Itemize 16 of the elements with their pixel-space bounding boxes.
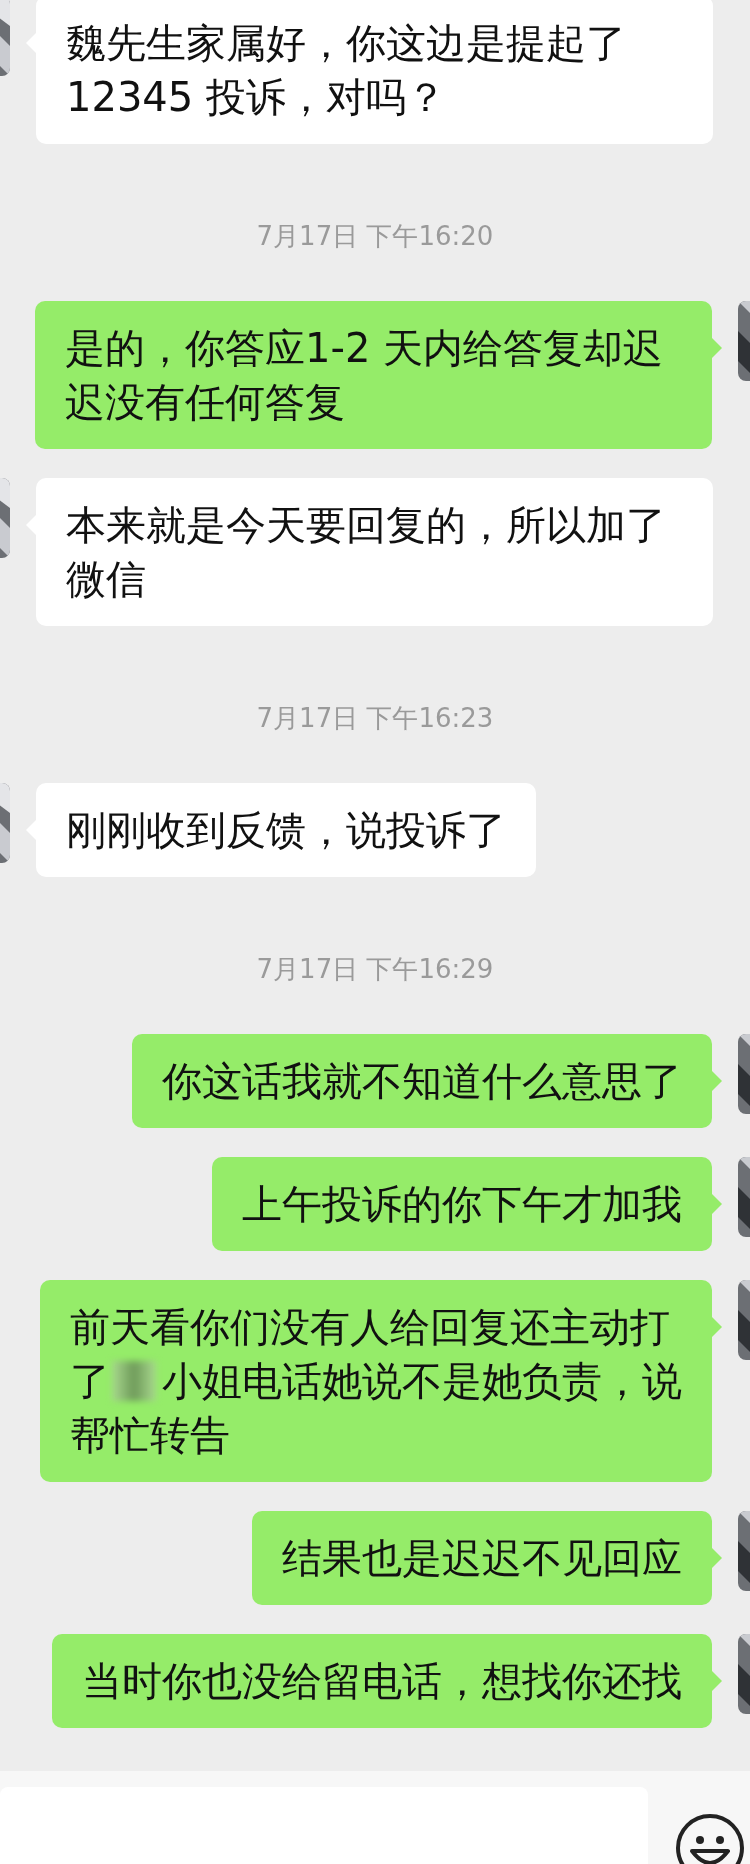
message-text: 帮忙转告 [70,1411,230,1460]
message-text: 前天看你们没有人给回复还主动打 [70,1303,670,1352]
timestamp: 7月17日 下午16:20 [256,220,494,253]
message-text: 小姐电话她说不是她负责，说 [162,1357,682,1406]
message-text: 本来就是今天要回复的，所以加了微信 [66,502,666,602]
message-text: 结果也是迟迟不见回应 [282,1535,682,1581]
message-text: 是的，你答应1-2 天内给答复却迟迟没有任何答复 [65,325,664,425]
emoji-icon[interactable] [675,1813,745,1864]
timestamp: 7月17日 下午16:23 [256,702,494,735]
message-text: 了 [70,1357,110,1406]
message-text: 你这话我就不知道什么意思了 [162,1058,682,1104]
timestamp: 7月17日 下午16:29 [256,953,494,986]
message-text: 刚刚收到反馈，说投诉了 [66,807,506,853]
message-text: 上午投诉的你下午才加我 [242,1181,682,1227]
message-text: 当时你也没给留电话，想找你还找 [82,1658,682,1704]
message-text: 魏先生家属好，你这边是提起了12345 投诉，对吗？ [66,20,626,120]
